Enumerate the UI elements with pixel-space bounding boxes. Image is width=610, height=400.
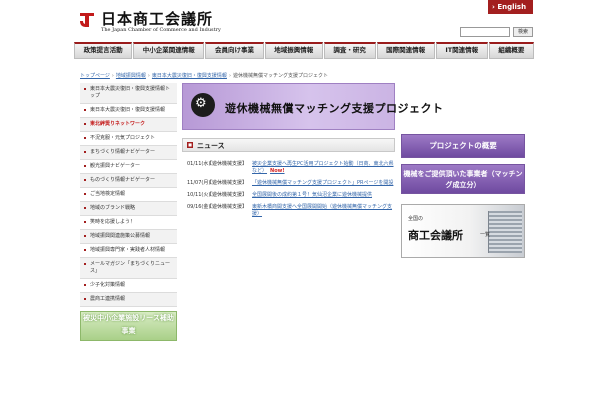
- nav-regional[interactable]: 地域振興情報: [264, 42, 323, 59]
- breadcrumb-disaster[interactable]: 東日本大震災復旧・復興支援情報: [152, 73, 227, 79]
- banner-big-text: 商工会議所: [408, 229, 463, 242]
- sidebar-item-mail-magazine[interactable]: メールマガジン「まちづくりニュース」: [80, 258, 177, 279]
- nav-research[interactable]: 調査・研究: [323, 42, 376, 59]
- nav-policy[interactable]: 政策提言活動: [74, 42, 133, 59]
- news-link[interactable]: 全国展開後の成約第１号！気仙沼企業に遊休機械提供: [252, 192, 395, 199]
- sidebar-item-birthrate[interactable]: 少子化対策情報: [80, 279, 177, 293]
- news-link[interactable]: 東新木橋商開支援へ全国展開開始（遊休機械無償マッチング支援）: [252, 204, 395, 218]
- global-nav: 政策提言活動 中小企業関連情報 会員向け事業 地域振興情報 調査・研究 国際関連…: [74, 42, 534, 59]
- new-badge: Now!: [270, 168, 285, 174]
- project-overview-button[interactable]: プロジェクトの概要: [401, 134, 525, 158]
- project-hero-banner: ⚙ 遊休機械無償マッチング支援プロジェクト: [182, 83, 443, 130]
- sidebar-item-brand-strategy[interactable]: 地域のブランド戦略: [80, 202, 177, 216]
- nav-international[interactable]: 国際関連情報: [376, 42, 435, 59]
- breadcrumb-home[interactable]: トップページ: [80, 73, 110, 79]
- breadcrumb-current: 遊休機械無償マッチング支援プロジェクト: [232, 73, 328, 79]
- sidebar-item-agri-commerce[interactable]: 農商工連携情報: [80, 293, 177, 307]
- news-item: 11/07(月) 【遊休機械支援】 「遊休機械無償マッチング支援プロジェクト」P…: [187, 180, 395, 187]
- breadcrumb: トップページ › 地域振興情報 › 東日本大震災復旧・復興支援情報 › 遊休機械無償マッチン…: [80, 72, 328, 79]
- news-category: 【遊休機械支援】: [207, 180, 248, 186]
- news-item: 10/11(火) 【遊休機械支援】 全国展開後の成約第１号！気仙沼企業に遊休機械…: [187, 192, 395, 199]
- sidebar-item-monozukuri-navi[interactable]: ものづくり情報ナビゲーター: [80, 174, 177, 188]
- sidebar-item-experts[interactable]: 地域振興専門家・実践者人材情報: [80, 244, 177, 258]
- breadcrumb-regional[interactable]: 地域振興情報: [116, 73, 146, 79]
- lease-subsidy-banner[interactable]: 被災中小企業施設リース補助事業: [80, 311, 177, 341]
- nav-about[interactable]: 組織概要: [488, 42, 534, 59]
- sidebar-item-public-offering[interactable]: 地域振興関連施策公募情報: [80, 230, 177, 244]
- sidebar-item-machizukuri-navi[interactable]: まちづくり情報ナビゲーター: [80, 146, 177, 160]
- banner-list-text: 一覧: [480, 232, 491, 238]
- news-date: 10/11(火): [187, 192, 211, 198]
- sidebar-item-disaster-info[interactable]: 東日本大震災復旧・復興支援情報: [80, 104, 177, 118]
- breadcrumb-separator: ›: [147, 73, 150, 79]
- news-bullet-icon: ■: [187, 142, 193, 148]
- news-header: ■ ニュース: [182, 138, 395, 152]
- machine-gear-icon: ⚙: [191, 93, 215, 117]
- nav-it[interactable]: IT関連情報: [435, 42, 488, 59]
- news-link[interactable]: 「遊休機械無償マッチング支援プロジェクト」PRページを開設: [252, 180, 395, 187]
- right-column: プロジェクトの概要 機械をご提供頂いた事業者（マッチング成立分） 全国の 商工会…: [401, 134, 525, 258]
- breadcrumb-separator: ›: [111, 73, 114, 79]
- search-button[interactable]: 検索: [513, 27, 533, 37]
- nav-members[interactable]: 会員向け事業: [205, 42, 264, 59]
- banner-small-text: 全国の: [408, 216, 424, 222]
- sidebar-item-support[interactable]: 笑時を応援しよう！: [80, 216, 177, 230]
- news-date: 11/07(月): [187, 180, 211, 186]
- search-input[interactable]: [460, 27, 510, 37]
- news-date: 09/16(金): [187, 204, 211, 210]
- news-link[interactable]: 被災企業支援へ再生PC活用プロジェクト始動（日商、東北六県など） Now!: [252, 161, 395, 175]
- building-icon: [488, 211, 522, 253]
- jcci-logo-icon[interactable]: [77, 10, 97, 30]
- sidebar-item-local-exam[interactable]: ご当地検定情報: [80, 188, 177, 202]
- site-title[interactable]: 日本商工会議所: [101, 8, 213, 29]
- site-header: 日本商工会議所 The Japan Chamber of Commerce an…: [0, 0, 610, 42]
- english-link[interactable]: › English: [488, 0, 533, 14]
- chamber-list-banner[interactable]: 全国の 商工会議所 一覧: [401, 204, 525, 258]
- news-list: 01/11(水) 【遊休機械支援】 被災企業支援へ再生PC活用プロジェクト始動（…: [182, 161, 395, 218]
- breadcrumb-separator: ›: [228, 73, 231, 79]
- providers-list-button[interactable]: 機械をご提供頂いた事業者（マッチング成立分）: [401, 164, 525, 194]
- sidebar-item-tourism-navi[interactable]: 観光振興ナビゲーター: [80, 160, 177, 174]
- news-item: 01/11(水) 【遊休機械支援】 被災企業支援へ再生PC活用プロジェクト始動（…: [187, 161, 395, 175]
- news-item: 09/16(金) 【遊休機械支援】 東新木橋商開支援へ全国展開開始（遊休機械無償…: [187, 204, 395, 218]
- sidebar-item-genki-project[interactable]: 不況克服・元気プロジェクト: [80, 132, 177, 146]
- news-date: 01/11(水): [187, 161, 211, 167]
- site-subtitle: The Japan Chamber of Commerce and Indust…: [101, 27, 221, 33]
- sidebar-item-tohoku-network[interactable]: 東北絆奨りネットワーク: [80, 118, 177, 132]
- news-category: 【遊休機械支援】: [207, 204, 248, 210]
- news-category: 【遊休機械支援】: [207, 161, 248, 167]
- sidebar: 東日本大震災復旧・復興支援情報トップ 東日本大震災復旧・復興支援情報 東北絆奨り…: [80, 83, 177, 341]
- news-category: 【遊休機械支援】: [207, 192, 248, 198]
- sidebar-item-disaster-top[interactable]: 東日本大震災復旧・復興支援情報トップ: [80, 83, 177, 104]
- main-content: ⚙ 遊休機械無償マッチング支援プロジェクト ■ ニュース 01/11(水) 【遊…: [182, 83, 443, 223]
- nav-sme[interactable]: 中小企業関連情報: [133, 42, 205, 59]
- page-title: 遊休機械無償マッチング支援プロジェクト: [225, 102, 444, 115]
- news-title: ニュース: [197, 142, 225, 150]
